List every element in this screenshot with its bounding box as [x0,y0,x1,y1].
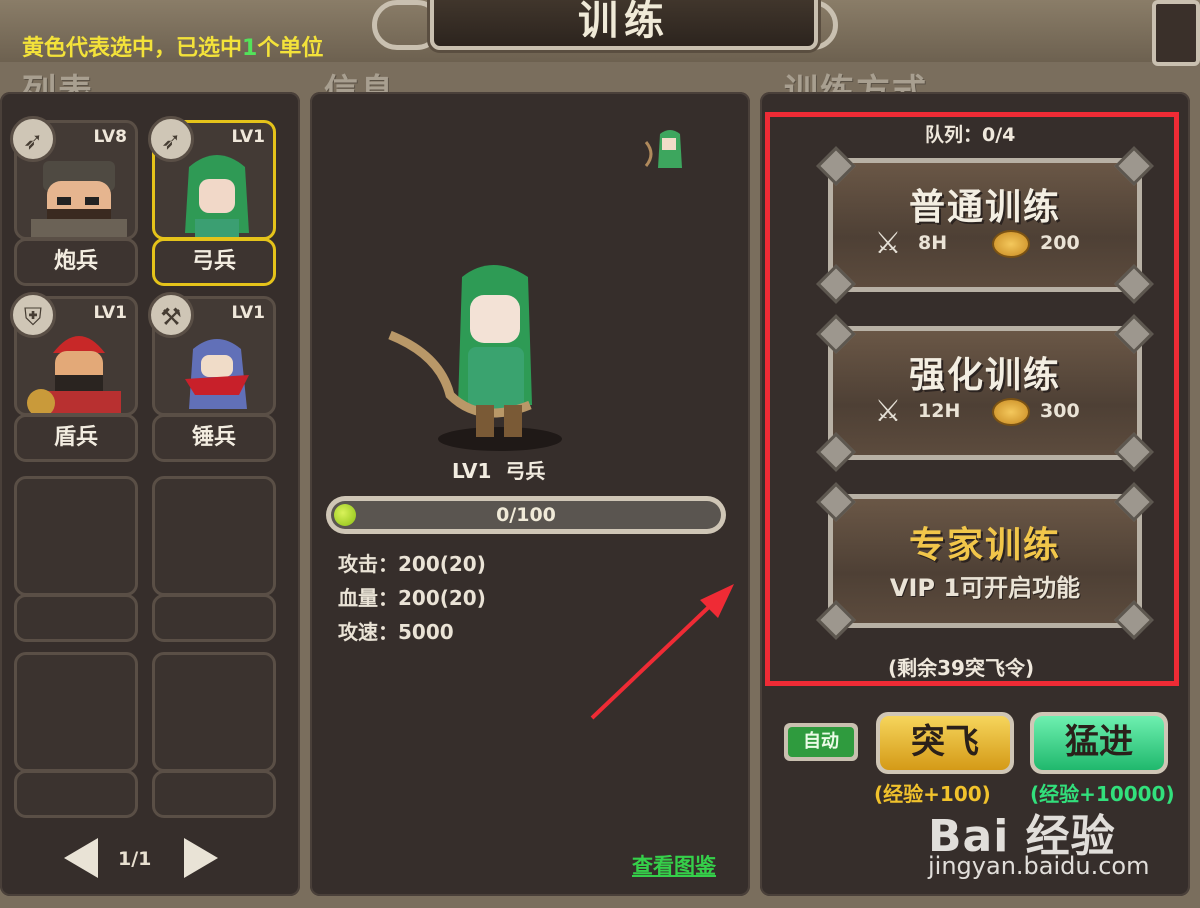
hammer-icon: ⚒ [148,292,194,338]
crossbow-icon: ➶ [148,116,194,162]
crossbow-icon: ➶ [10,116,56,162]
shield-icon: ⛨ [10,292,56,338]
watermark-url: jingyan.baidu.com [928,852,1150,880]
